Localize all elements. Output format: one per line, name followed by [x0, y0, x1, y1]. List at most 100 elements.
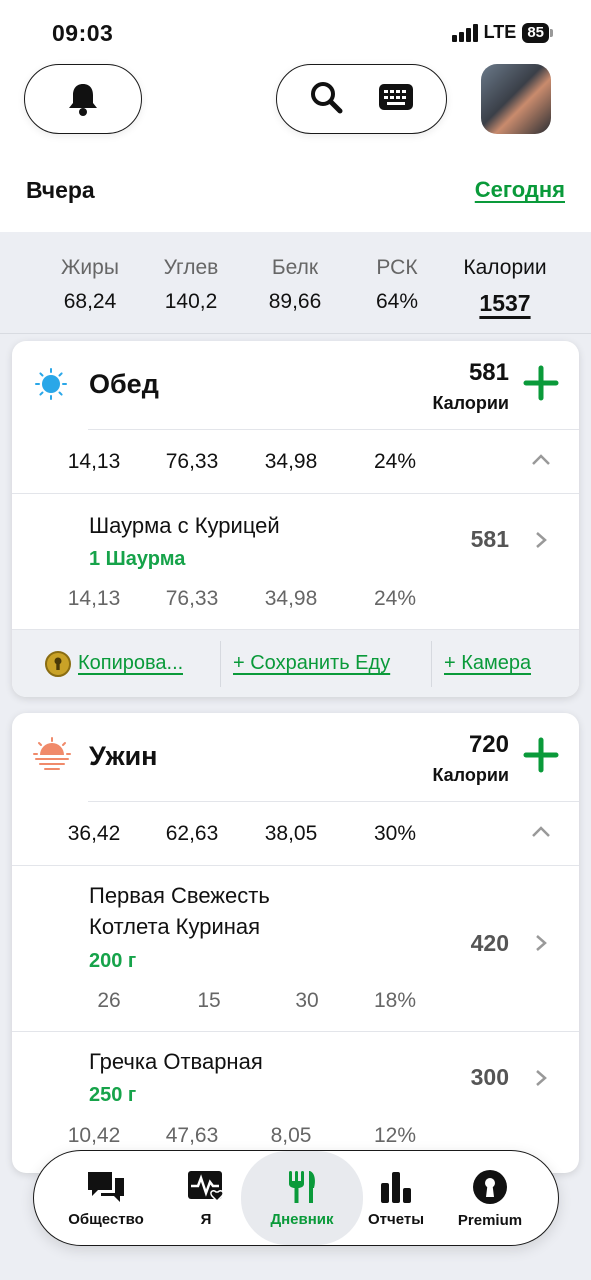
food-fat: 10,42: [67, 1124, 121, 1147]
meal-macros-row[interactable]: 36,42 62,63 38,05 30%: [68, 801, 579, 865]
network-type: LTE: [483, 22, 517, 42]
meal-header: Обед 581 Калории: [12, 341, 579, 429]
summary-calories-value[interactable]: 1537: [450, 290, 560, 317]
food-calories: 581: [470, 526, 509, 552]
meal-carbs: 76,33: [165, 450, 219, 473]
tab-community[interactable]: Общество: [56, 1151, 156, 1245]
profile-avatar[interactable]: [481, 64, 551, 134]
meal-actions: Копирова... + Сохранить Еду + Камера: [12, 629, 579, 697]
meal-rdi: 24%: [373, 450, 417, 473]
food-protein: 30: [295, 989, 319, 1012]
food-name-line2: Котлета Куриная: [89, 914, 261, 939]
bottom-tab-bar: Общество Я Дневник Отчеты Premium: [33, 1150, 559, 1246]
meal-fat: 14,13: [67, 450, 121, 473]
bar-chart-icon: [381, 1171, 411, 1203]
food-name: Гречка Отварная: [89, 1049, 263, 1074]
status-bar: 09:03 LTE 85: [0, 0, 591, 62]
meal-rdi: 30%: [373, 822, 417, 845]
add-food-button[interactable]: [523, 737, 559, 773]
save-food-action[interactable]: + Сохранить Еду: [221, 652, 431, 675]
food-fat: 26: [97, 989, 121, 1012]
summary-fat: Жиры 68,24: [35, 256, 145, 314]
summary-rdi: РСК 64%: [342, 256, 452, 314]
meal-card-dinner: Ужин 720 Калории 36,42 62,63 38,05 30% П…: [12, 713, 579, 1173]
tab-reports[interactable]: Отчеты: [346, 1151, 446, 1245]
chevron-right-icon: [536, 935, 547, 951]
notifications-button[interactable]: [24, 64, 142, 134]
food-item[interactable]: Шаурма с Курицей 1 Шаурма 581 14,13 76,3…: [12, 493, 579, 629]
meal-macros-row[interactable]: 14,13 76,33 34,98 24%: [68, 429, 579, 493]
status-indicators: LTE 85: [451, 22, 553, 43]
summary-fat-value: 68,24: [63, 290, 117, 313]
top-header: Вчера Сегодня: [0, 62, 591, 232]
meal-protein: 38,05: [264, 822, 318, 845]
food-calories: 300: [470, 1064, 509, 1090]
summary-protein: Белк 89,66: [240, 256, 350, 314]
sunset-icon: [33, 737, 71, 770]
summary-carbs: Углев 140,2: [136, 256, 246, 314]
meal-title: Ужин: [89, 741, 158, 771]
copy-action[interactable]: Копирова...: [12, 650, 220, 678]
keyboard-icon: [379, 83, 414, 110]
daily-summary: Жиры 68,24 Углев 140,2 Белк 89,66 РСК 64…: [0, 232, 591, 334]
meal-card-lunch: Обед 581 Калории 14,13 76,33 34,98 24% Ш…: [12, 341, 579, 697]
bell-icon: [69, 84, 97, 116]
summary-protein-label: Белк: [271, 256, 319, 279]
food-calories: 420: [470, 930, 509, 956]
chat-bubbles-icon: [88, 1171, 124, 1202]
cellular-signal-icon: [451, 23, 478, 42]
previous-day-link[interactable]: Вчера: [26, 177, 95, 204]
tab-premium[interactable]: Premium: [440, 1151, 540, 1245]
food-item[interactable]: Первая Свежесть Котлета Куриная 200 г 42…: [12, 865, 579, 1031]
food-portion: 1 Шаурма: [89, 548, 186, 570]
meal-calories: 581: [468, 359, 509, 386]
food-carbs: 15: [197, 989, 221, 1012]
search-keyboard-group: [276, 64, 447, 134]
search-button[interactable]: [309, 80, 343, 119]
food-rdi: 24%: [373, 587, 417, 610]
today-link[interactable]: Сегодня: [475, 177, 565, 203]
sun-icon: [35, 368, 67, 400]
add-food-button[interactable]: [523, 365, 559, 401]
coin-lock-icon: [45, 650, 71, 677]
meal-calories-label: Калории: [432, 393, 509, 413]
collapse-chevron-icon[interactable]: [531, 824, 551, 838]
camera-link[interactable]: + Камера: [444, 652, 531, 675]
camera-action[interactable]: + Камера: [432, 652, 531, 675]
tab-label: Отчеты: [367, 1210, 425, 1228]
summary-rdi-value: 64%: [375, 290, 419, 313]
tab-label: Дневник: [270, 1210, 334, 1228]
meal-header: Ужин 720 Калории: [12, 713, 579, 801]
heart-pulse-icon: [188, 1170, 224, 1202]
copy-link[interactable]: Копирова...: [78, 652, 183, 675]
battery-cap: [550, 28, 553, 37]
tab-label: Premium: [457, 1211, 523, 1229]
save-food-link[interactable]: + Сохранить Еду: [233, 652, 390, 674]
summary-carbs-label: Углев: [163, 256, 219, 279]
meal-fat: 36,42: [67, 822, 121, 845]
search-icon: [310, 81, 343, 113]
summary-protein-value: 89,66: [268, 290, 322, 313]
keyhole-icon: [473, 1169, 507, 1204]
summary-calories[interactable]: Калории 1537: [450, 256, 560, 317]
meal-title: Обед: [89, 369, 159, 399]
summary-fat-label: Жиры: [61, 256, 119, 279]
food-protein: 8,05: [270, 1124, 312, 1147]
battery-icon: 85: [522, 22, 549, 43]
summary-carbs-value: 140,2: [164, 290, 218, 313]
meal-protein: 34,98: [264, 450, 318, 473]
meal-calories-label: Калории: [432, 765, 509, 785]
food-portion: 200 г: [89, 950, 137, 972]
tab-diary[interactable]: Дневник: [241, 1151, 363, 1245]
food-portion: 250 г: [89, 1084, 137, 1106]
food-name: Шаурма с Курицей: [89, 513, 280, 538]
food-rdi: 12%: [373, 1124, 417, 1147]
chevron-right-icon: [536, 532, 547, 548]
tab-label: Общество: [68, 1210, 144, 1228]
food-protein: 34,98: [264, 587, 318, 610]
barcode-keyboard-button[interactable]: [378, 83, 414, 116]
food-fat: 14,13: [67, 587, 121, 610]
summary-rdi-label: РСК: [376, 256, 418, 279]
meal-calories: 720: [468, 731, 509, 758]
collapse-chevron-icon[interactable]: [531, 452, 551, 466]
